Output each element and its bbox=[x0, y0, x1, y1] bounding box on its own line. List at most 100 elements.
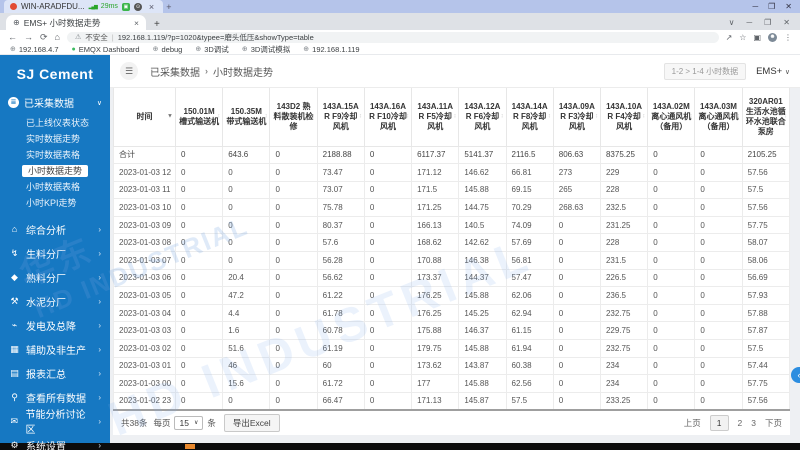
column-header[interactable]: 143A.11AR F5冷却风机 ↕ bbox=[411, 88, 460, 147]
remote-new-tab-button[interactable]: + bbox=[163, 2, 174, 12]
sort-icon[interactable]: ↕ bbox=[548, 113, 551, 121]
sort-icon[interactable]: ↕ bbox=[264, 113, 267, 121]
per-page-select[interactable]: 15 ∨ bbox=[174, 415, 204, 430]
table-cell: 0 bbox=[174, 163, 224, 182]
column-header[interactable]: 143A.03M 离心通风机（备用） ↕ bbox=[694, 88, 743, 147]
bookmark-item[interactable]: ⊕ 3D调试模拟 bbox=[242, 44, 290, 55]
column-header[interactable]: 143D2 熟料散装机检修 ↕ bbox=[269, 88, 318, 147]
extensions-icon[interactable]: ▣ bbox=[753, 33, 761, 42]
remote-tab-close-icon[interactable]: × bbox=[146, 2, 157, 12]
sidebar-subitem-active[interactable]: 小时数据走势 bbox=[0, 163, 110, 179]
taskbar-item[interactable] bbox=[185, 444, 195, 449]
column-header[interactable]: 143A.14AR F8冷却风机 ↕ bbox=[505, 88, 554, 147]
page-button[interactable]: 3 bbox=[751, 418, 756, 428]
remote-session-tab[interactable]: WIN-ARADFDU... ▂▄▆ 29ms ▣ ⊙ × bbox=[4, 0, 164, 13]
column-header[interactable]: 143A.10AR F4冷却风机 ↕ bbox=[599, 88, 649, 147]
column-header[interactable]: 时间 ▼ bbox=[113, 88, 176, 147]
table-cell: 57.5 bbox=[505, 391, 554, 411]
table-cell: 0 bbox=[269, 303, 318, 323]
sidebar-subitem[interactable]: 小时KPI走势 bbox=[0, 195, 110, 211]
sort-icon[interactable]: ↕ bbox=[595, 113, 598, 121]
table-cell: 0 bbox=[694, 356, 743, 376]
page-button-current[interactable]: 1 bbox=[709, 414, 729, 431]
table-cell: 171.5 bbox=[411, 180, 460, 200]
sidebar-item[interactable]: ◆ 熟料分厂 › bbox=[0, 265, 110, 289]
sort-icon[interactable]: ↕ bbox=[501, 113, 504, 121]
sort-icon[interactable]: ↕ bbox=[689, 113, 692, 121]
breadcrumb-parent[interactable]: 已采集数据 bbox=[150, 64, 200, 79]
table-cell: 合计 bbox=[113, 145, 176, 165]
hamburger-menu-icon[interactable]: ☰ bbox=[120, 62, 138, 80]
sidebar-item[interactable]: ✉ 节能分析讨论区 › bbox=[0, 409, 110, 436]
column-header[interactable]: 143A.15AR F9冷却风机 ↕ bbox=[316, 88, 365, 147]
window-close-icon[interactable]: ✕ bbox=[783, 18, 790, 27]
home-icon[interactable]: ⌂ bbox=[55, 32, 60, 42]
monitor-icon[interactable]: ▣ bbox=[121, 2, 130, 11]
sidebar-item[interactable]: ▦ 辅助及非生产 › bbox=[0, 337, 110, 361]
window-restore-icon[interactable]: ❐ bbox=[764, 18, 771, 27]
sidebar-menu: ⌂ 综合分析 › ↯ 生料分厂 › ◆ 熟料分厂 › ⚒ 水泥分厂 › ⌁ 发电及总降 › ▦ 辅助及非生产 › ▤… bbox=[0, 217, 110, 450]
sort-icon[interactable]: ↕ bbox=[312, 113, 315, 121]
keyboard-icon[interactable]: ⊙ bbox=[133, 2, 142, 11]
remote-close-icon[interactable]: ✕ bbox=[785, 2, 792, 11]
bookmark-star-icon[interactable]: ☆ bbox=[739, 33, 746, 42]
tab-search-chevron-icon[interactable]: ∨ bbox=[729, 18, 735, 27]
sort-icon[interactable]: ↕ bbox=[642, 113, 645, 121]
sort-icon[interactable]: ▼ bbox=[167, 113, 173, 121]
browser-toolbar: ← → ⟳ ⌂ ⚠ 不安全 | 192.168.1.119/?p=1020&ty… bbox=[0, 30, 800, 44]
sort-icon[interactable]: ↕ bbox=[737, 113, 740, 121]
prev-page-button[interactable]: 上页 bbox=[684, 417, 701, 429]
column-header[interactable]: 143A.16AR F10冷却风机 ↕ bbox=[363, 88, 413, 147]
bookmark-item[interactable]: ⊕ debug bbox=[153, 45, 183, 54]
address-bar[interactable]: ⚠ 不安全 | 192.168.1.119/?p=1020&typee=磨头低压… bbox=[66, 31, 719, 43]
sort-icon[interactable]: ↕ bbox=[217, 113, 220, 121]
browser-tab[interactable]: ⊕ EMS+ 小时数据走势 × bbox=[6, 15, 146, 30]
date-range-tag[interactable]: 1-2 > 1-4 小时数据 bbox=[663, 62, 747, 80]
new-tab-button[interactable]: + bbox=[154, 19, 160, 30]
sidebar-item[interactable]: ▤ 报表汇总 › bbox=[0, 361, 110, 385]
sidebar-item[interactable]: ⌁ 发电及总降 › bbox=[0, 313, 110, 337]
page-button[interactable]: 2 bbox=[738, 418, 743, 428]
sort-icon[interactable]: ↕ bbox=[359, 113, 362, 121]
bookmark-item[interactable]: ● EMQX Dashboard bbox=[72, 45, 140, 54]
profile-avatar[interactable]: ☻ bbox=[768, 32, 777, 42]
sort-icon[interactable]: ↕ bbox=[453, 113, 456, 121]
panel-collapse-button[interactable]: ‹ bbox=[791, 367, 800, 383]
browser-menu-icon[interactable]: ⋮ bbox=[784, 33, 792, 42]
column-header[interactable]: 150.35M 带式输送机 ↕ bbox=[222, 88, 271, 147]
next-page-button[interactable]: 下页 bbox=[765, 417, 782, 429]
table-cell: 226.5 bbox=[599, 268, 649, 288]
bookmark-item[interactable]: ⊕ 3D调试 bbox=[195, 44, 228, 55]
column-header[interactable]: 143A.09AR F3冷却风机 ↕ bbox=[552, 88, 601, 147]
sort-icon[interactable]: ↕ bbox=[406, 113, 409, 121]
tab-close-icon[interactable]: × bbox=[134, 18, 139, 28]
sidebar-group-collected-data[interactable]: ≣ 已采集数据 ∨ bbox=[0, 92, 110, 113]
table-cell: 57.88 bbox=[741, 303, 791, 323]
export-excel-button[interactable]: 导出Excel bbox=[223, 413, 280, 432]
refresh-icon[interactable]: ⟳ bbox=[40, 32, 48, 43]
share-icon[interactable]: ↗ bbox=[726, 33, 733, 42]
bookmark-item[interactable]: ⊕ 192.168.4.7 bbox=[10, 45, 59, 54]
forward-icon[interactable]: → bbox=[24, 32, 33, 42]
os-taskbar[interactable] bbox=[0, 443, 800, 450]
sidebar-subitem[interactable]: 实时数据走势 bbox=[0, 131, 110, 147]
column-header[interactable]: 143A.12AR F6冷却风机 ↕ bbox=[458, 88, 507, 147]
window-minimize-icon[interactable]: ─ bbox=[746, 18, 752, 27]
remote-restore-icon[interactable]: ❐ bbox=[768, 2, 775, 11]
sort-icon[interactable]: ↕ bbox=[784, 113, 787, 121]
column-header[interactable]: 320AR01 生活水池循环水池联合泵房 ↕ bbox=[741, 88, 791, 147]
sidebar-item[interactable]: ↯ 生料分厂 › bbox=[0, 241, 110, 265]
sidebar-subitem[interactable]: 小时数据表格 bbox=[0, 179, 110, 195]
bookmark-item[interactable]: ⊕ 192.168.1.119 bbox=[303, 45, 359, 54]
user-menu[interactable]: EMS+ ∨ bbox=[756, 66, 790, 77]
aux-icon: ▦ bbox=[10, 343, 19, 354]
back-icon[interactable]: ← bbox=[8, 32, 17, 42]
sidebar-subitem[interactable]: 已上线仪表状态 bbox=[0, 115, 110, 131]
sidebar-item[interactable]: ⚒ 水泥分厂 › bbox=[0, 289, 110, 313]
remote-minimize-icon[interactable]: ─ bbox=[752, 2, 758, 11]
sidebar-item[interactable]: ⌂ 综合分析 › bbox=[0, 217, 110, 241]
sidebar-subitem[interactable]: 实时数据表格 bbox=[0, 147, 110, 163]
table-cell: 144.37 bbox=[458, 268, 507, 288]
column-header[interactable]: 143A.02M 离心通风机（备用） ↕ bbox=[647, 88, 696, 147]
column-header[interactable]: 150.01M 槽式输送机 ↕ bbox=[174, 88, 224, 147]
